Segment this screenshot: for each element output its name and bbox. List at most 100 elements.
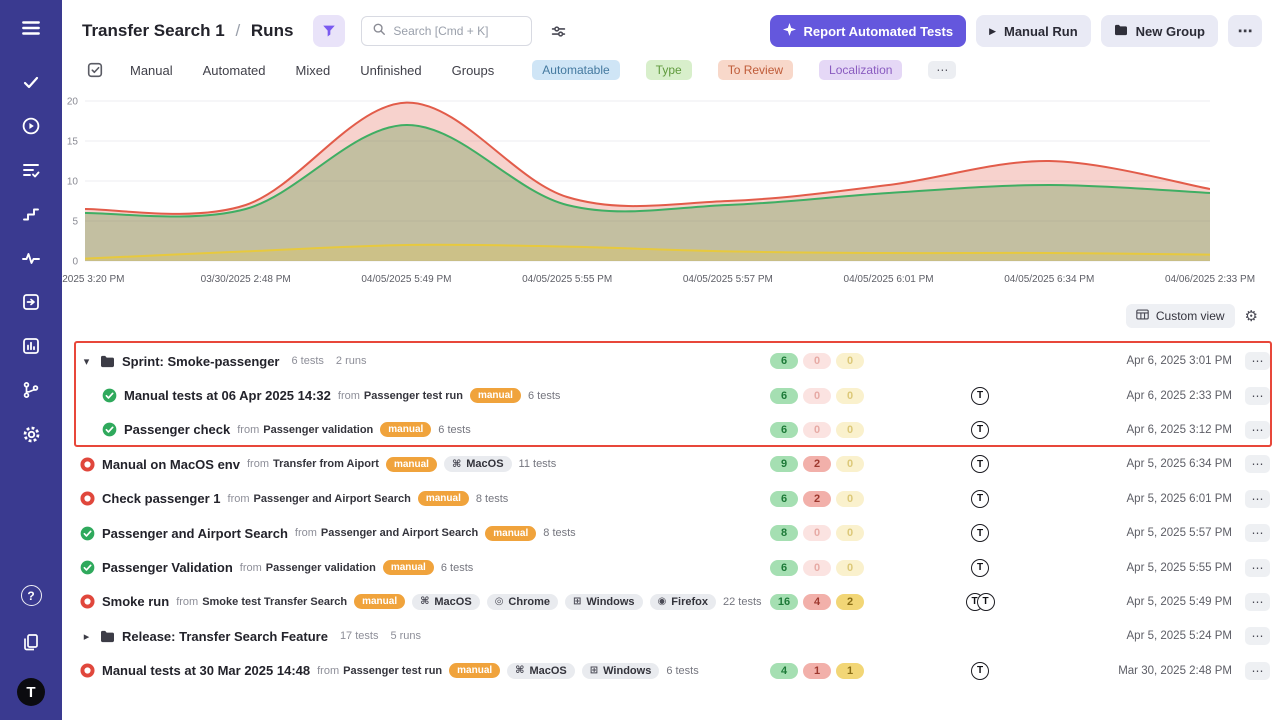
- run-row[interactable]: Passenger ValidationfromPassenger valida…: [62, 550, 1280, 584]
- tests-count: 6 tests: [438, 424, 470, 436]
- group-runs-count: 5 runs: [390, 630, 421, 642]
- folder-icon: [1114, 24, 1128, 39]
- env-chip-macos: ⌘MacOS: [444, 456, 512, 472]
- row-more-button[interactable]: ⋯: [1245, 455, 1270, 473]
- tests-count: 11 tests: [519, 458, 557, 470]
- filter-chip-localization[interactable]: Localization: [819, 60, 902, 80]
- run-row[interactable]: Smoke runfromSmoke test Transfer Searchm…: [62, 585, 1280, 619]
- run-title: Manual tests at 30 Mar 2025 14:48: [102, 663, 310, 678]
- filter-button[interactable]: [313, 15, 345, 47]
- x-tick-label: 04/06/2025 2:33 PM: [1165, 274, 1255, 285]
- row-more-button[interactable]: ⋯: [1245, 627, 1270, 645]
- chevron-down-icon[interactable]: ▾: [80, 355, 93, 368]
- search-input[interactable]: [393, 24, 521, 38]
- tab-unfinished[interactable]: Unfinished: [360, 63, 421, 78]
- env-chip-macos: ⌘MacOS: [507, 663, 575, 679]
- breadcrumb-project[interactable]: Transfer Search 1: [82, 21, 225, 40]
- y-tick-label: 20: [67, 97, 79, 108]
- row-more-button[interactable]: ⋯: [1245, 662, 1270, 680]
- custom-view-button[interactable]: Custom view: [1126, 304, 1235, 328]
- tab-mixed[interactable]: Mixed: [296, 63, 331, 78]
- manual-tag: manual: [485, 526, 536, 541]
- folder-icon: [100, 630, 115, 643]
- x-tick-label: 04/05/2025 5:55 PM: [522, 274, 612, 285]
- area-chart: 05101520/02/2025 3:20 PM03/30/2025 2:48 …: [62, 94, 1280, 292]
- run-date: Apr 6, 2025 3:01 PM: [1080, 355, 1232, 367]
- hamburger-menu-icon[interactable]: [19, 16, 43, 40]
- help-icon[interactable]: ?: [21, 585, 42, 606]
- run-row[interactable]: Manual tests at 30 Mar 2025 14:48fromPas…: [62, 654, 1280, 688]
- row-more-button[interactable]: ⋯: [1245, 387, 1270, 405]
- failed-status-icon: [80, 457, 95, 472]
- analytics-nav-icon[interactable]: [19, 334, 43, 358]
- header-more-button[interactable]: ⋯: [1228, 15, 1262, 47]
- docs-icon[interactable]: [19, 630, 43, 654]
- chips-more-button[interactable]: ⋯: [928, 61, 956, 79]
- assignee-avatar: T: [977, 593, 995, 611]
- group-row[interactable]: ▾Sprint: Smoke-passenger6 tests2 runs600…: [62, 344, 1280, 378]
- run-row[interactable]: Check passenger 1fromPassenger and Airpo…: [62, 482, 1280, 516]
- result-counts: 600: [770, 353, 880, 369]
- group-row[interactable]: ▸Release: Transfer Search Feature17 test…: [62, 619, 1280, 653]
- tab-groups[interactable]: Groups: [452, 63, 495, 78]
- app-logo[interactable]: T: [17, 678, 45, 706]
- failed-count-badge: 2: [803, 456, 831, 472]
- chevron-right-icon[interactable]: ▸: [80, 630, 93, 643]
- row-more-button[interactable]: ⋯: [1245, 524, 1270, 542]
- row-more-button[interactable]: ⋯: [1245, 559, 1270, 577]
- report-automated-tests-button[interactable]: Report Automated Tests: [770, 15, 967, 47]
- row-more-button[interactable]: ⋯: [1245, 352, 1270, 370]
- manual-run-button[interactable]: ▶ Manual Run: [976, 15, 1091, 47]
- x-tick-label: 04/05/2025 5:49 PM: [361, 274, 451, 285]
- failed-status-icon: [80, 491, 95, 506]
- passed-status-icon: [80, 560, 95, 575]
- row-more-button[interactable]: ⋯: [1245, 593, 1270, 611]
- from-source: Passenger test run: [364, 390, 463, 402]
- result-counts: 800: [770, 525, 880, 541]
- row-more-button[interactable]: ⋯: [1245, 490, 1270, 508]
- firefox-icon: ◉: [658, 596, 667, 607]
- pulse-nav-icon[interactable]: [19, 246, 43, 270]
- settings-gear-nav-icon[interactable]: [19, 422, 43, 446]
- group-title: Sprint: Smoke-passenger: [122, 354, 280, 369]
- search-settings-sliders-icon[interactable]: [542, 15, 574, 47]
- branch-nav-icon[interactable]: [19, 378, 43, 402]
- new-group-button[interactable]: New Group: [1101, 15, 1218, 47]
- bulk-select-icon[interactable]: [86, 61, 104, 79]
- env-chip-chrome: ◎Chrome: [487, 594, 558, 610]
- milestones-nav-icon[interactable]: [19, 202, 43, 226]
- result-counts: 1642: [770, 594, 880, 610]
- run-row[interactable]: Manual tests at 06 Apr 2025 14:32fromPas…: [62, 378, 1280, 412]
- run-date: Apr 6, 2025 3:12 PM: [1080, 424, 1232, 436]
- env-chip-windows: ⊞Windows: [565, 594, 643, 610]
- from-source: Smoke test Transfer Search: [202, 596, 347, 608]
- search-box[interactable]: [361, 16, 532, 46]
- run-row[interactable]: Passenger and Airport SearchfromPassenge…: [62, 516, 1280, 550]
- tab-manual[interactable]: Manual: [130, 63, 173, 78]
- view-settings-gear-icon[interactable]: ⚙: [1245, 309, 1258, 324]
- from-source: Passenger and Airport Search: [321, 527, 478, 539]
- filter-chip-automatable[interactable]: Automatable: [532, 60, 619, 80]
- from-source: Transfer from Aiport: [273, 458, 379, 470]
- checks-nav-icon[interactable]: [19, 70, 43, 94]
- failed-count-badge: 0: [803, 525, 831, 541]
- run-title: Check passenger 1: [102, 491, 221, 506]
- assignee-avatar: T: [971, 421, 989, 439]
- row-more-button[interactable]: ⋯: [1245, 421, 1270, 439]
- test-plans-nav-icon[interactable]: [19, 158, 43, 182]
- import-nav-icon[interactable]: [19, 290, 43, 314]
- run-row[interactable]: Manual on MacOS envfromTransfer from Aip…: [62, 447, 1280, 481]
- from-label: from: [176, 596, 198, 608]
- failed-count-badge: 4: [803, 594, 831, 610]
- view-toolbar: Custom view ⚙: [62, 292, 1280, 330]
- filter-chip-type[interactable]: Type: [646, 60, 692, 80]
- other-count-badge: 0: [836, 560, 864, 576]
- runs-nav-icon[interactable]: [19, 114, 43, 138]
- filter-chip-to-review[interactable]: To Review: [718, 60, 793, 80]
- assignee-avatar: T: [971, 662, 989, 680]
- tab-automated[interactable]: Automated: [203, 63, 266, 78]
- assignee-avatar: T: [971, 559, 989, 577]
- run-row[interactable]: Passenger checkfromPassenger validationm…: [62, 413, 1280, 447]
- passed-count-badge: 6: [770, 353, 798, 369]
- passed-count-badge: 6: [770, 422, 798, 438]
